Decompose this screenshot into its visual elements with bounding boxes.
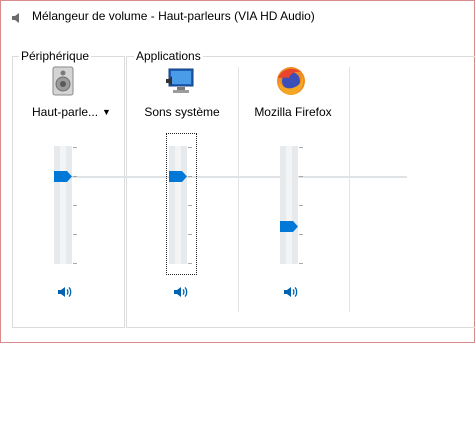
firefox-volume-track[interactable] [280, 146, 298, 264]
caret-down-icon: ▼ [102, 107, 111, 117]
device-name: Haut-parle... [32, 105, 99, 119]
system-sounds-volume-thumb[interactable] [169, 171, 187, 182]
system-sounds-mute-button[interactable] [173, 284, 189, 300]
slider-tick [188, 176, 192, 177]
slider-tick [188, 147, 192, 148]
speaker-device-icon [52, 66, 74, 96]
slider-tick [73, 147, 77, 148]
slider-tick [188, 263, 192, 264]
column-separator [349, 67, 350, 312]
firefox-volume-thumb[interactable] [280, 221, 298, 232]
device-group-label: Périphérique [19, 49, 92, 63]
slider-tick [73, 234, 77, 235]
firefox-icon [277, 67, 305, 95]
system-sounds-icon [166, 68, 194, 93]
app-name-firefox: Mozilla Firefox [254, 105, 332, 119]
device-volume-track[interactable] [54, 146, 72, 264]
applications-group-label: Applications [134, 49, 203, 63]
title-bar: Mélangeur de volume - Haut-parleurs (VIA… [1, 1, 474, 33]
slider-tick [73, 176, 77, 177]
slider-tick [299, 147, 303, 148]
slider-tick [73, 205, 77, 206]
window-title: Mélangeur de volume - Haut-parleurs (VIA… [32, 9, 315, 23]
firefox-mute-button[interactable] [283, 284, 299, 300]
slider-tick [299, 234, 303, 235]
slider-tick [188, 234, 192, 235]
slider-tick [188, 205, 192, 206]
device-mute-button[interactable] [57, 284, 73, 300]
system-sounds-volume-track[interactable] [169, 146, 187, 264]
volume-level-guide [63, 176, 407, 178]
slider-tick [299, 263, 303, 264]
slider-tick [299, 205, 303, 206]
device-dropdown[interactable]: Haut-parle... ▼ [32, 105, 111, 119]
volume-mixer-window: Mélangeur de volume - Haut-parleurs (VIA… [0, 0, 475, 343]
device-volume-thumb[interactable] [54, 171, 72, 182]
app-name-system-sounds: Sons système [144, 105, 220, 119]
column-separator [238, 67, 239, 312]
slider-tick [73, 263, 77, 264]
slider-tick [299, 176, 303, 177]
speaker-icon [12, 13, 19, 23]
